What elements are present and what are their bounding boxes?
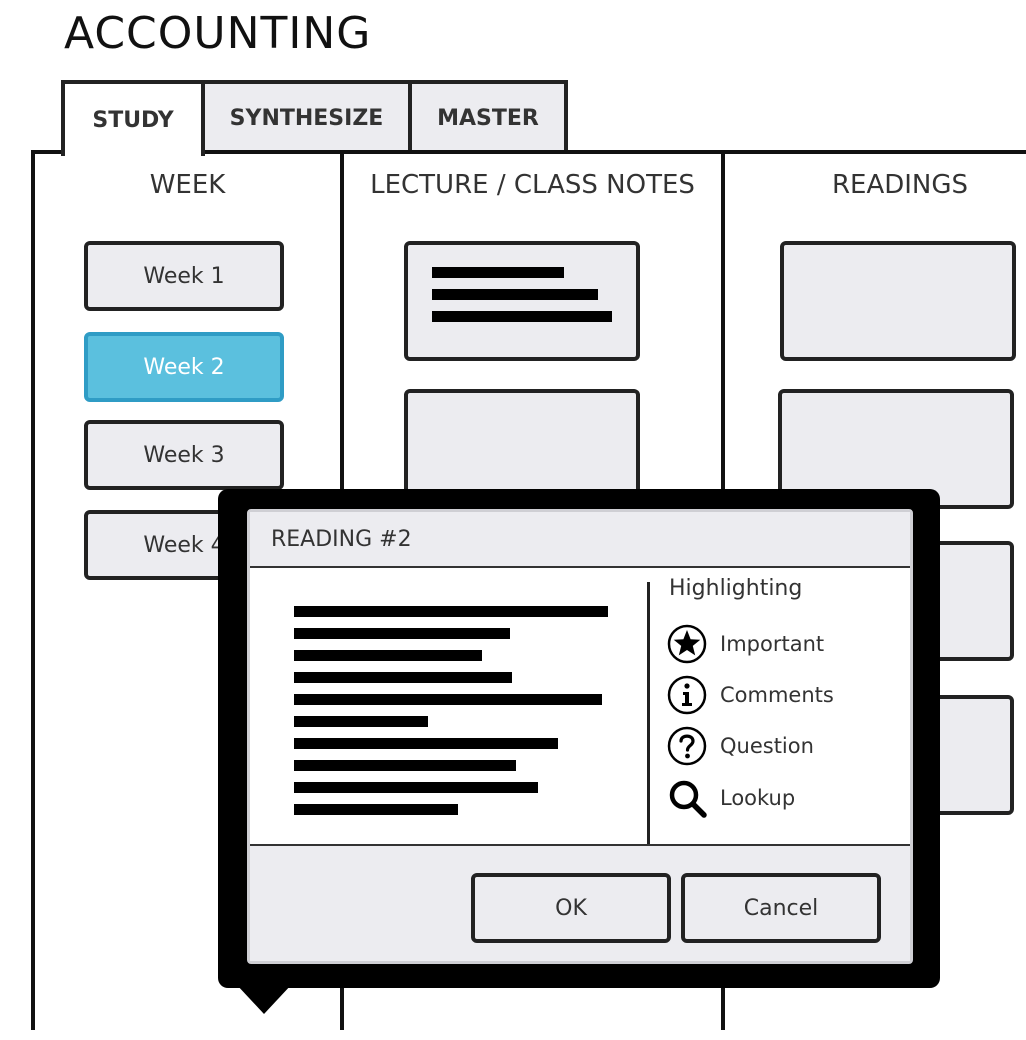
text-line [432, 267, 564, 278]
highlight-label: Lookup [720, 786, 796, 810]
question-icon [667, 726, 707, 766]
reading-dialog: READING #2 Highlighting Important Commen… [247, 509, 913, 964]
week-3-button[interactable]: Week 3 [84, 420, 284, 490]
dialog-footer: OK Cancel [250, 844, 910, 961]
highlight-comments[interactable]: Comments [667, 673, 834, 717]
highlight-label: Important [720, 632, 825, 656]
text-line [294, 782, 538, 793]
dialog-divider [647, 582, 650, 848]
highlight-label: Comments [720, 683, 834, 707]
text-line [294, 606, 608, 617]
week-2-button[interactable]: Week 2 [84, 332, 284, 402]
tab-study[interactable]: STUDY [61, 80, 205, 156]
reading-card[interactable] [780, 241, 1016, 361]
text-line [294, 672, 512, 683]
ok-button[interactable]: OK [471, 873, 671, 943]
text-line [294, 716, 428, 727]
tab-synthesize[interactable]: SYNTHESIZE [201, 80, 412, 152]
text-line [294, 738, 558, 749]
text-line [294, 804, 458, 815]
lecture-note-card[interactable] [404, 241, 640, 361]
text-line [294, 628, 510, 639]
info-icon [667, 675, 707, 715]
highlight-important[interactable]: Important [667, 622, 824, 666]
highlighting-title: Highlighting [669, 576, 803, 601]
text-line [432, 311, 612, 322]
app-title: ACCOUNTING [64, 8, 372, 59]
tab-master[interactable]: MASTER [408, 80, 568, 152]
dialog-pointer [236, 984, 292, 1014]
text-line [294, 650, 482, 661]
highlight-question[interactable]: Question [667, 724, 814, 768]
cancel-button[interactable]: Cancel [681, 873, 881, 943]
star-icon [667, 624, 707, 664]
magnifier-icon [669, 780, 707, 818]
highlight-lookup[interactable]: Lookup [667, 776, 795, 820]
column-divider [31, 150, 35, 1030]
dialog-title: READING #2 [250, 512, 910, 568]
column-header-week: WEEK [149, 170, 226, 200]
column-header-lecture: LECTURE / CLASS NOTES [370, 170, 695, 200]
column-header-readings: READINGS [831, 170, 969, 200]
text-line [294, 694, 602, 705]
week-1-button[interactable]: Week 1 [84, 241, 284, 311]
text-line [432, 289, 598, 300]
text-line [294, 760, 516, 771]
highlight-label: Question [720, 734, 814, 758]
